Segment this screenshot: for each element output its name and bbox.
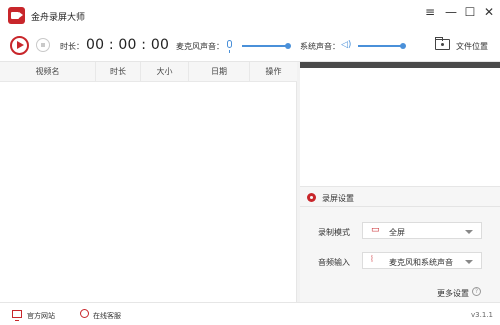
system-volume-slider[interactable] [358,43,406,49]
status-bar: 官方网站 在线客服 v3.1.1 [0,302,500,325]
speaker-icon[interactable]: ◁) [341,41,351,50]
audio-wave-icon: ⦚ [371,255,373,265]
app-title: 金舟录屏大师 [31,13,86,23]
system-volume-knob[interactable] [400,43,406,49]
preview-area [300,62,500,186]
record-mode-label: 录制模式 [318,228,350,237]
column-header-size[interactable]: 大小 [141,62,189,82]
toolbar: 时长： 00 : 00 : 00 麦克风声音： 系统声音： ◁) 文件位置 [0,30,500,62]
more-settings-link[interactable]: 更多设置 [437,288,469,299]
app-logo-icon [8,7,25,24]
gear-icon [307,193,316,202]
maximize-button[interactable]: ☐ [461,4,479,20]
version-label: v3.1.1 [471,311,493,319]
monitor-icon[interactable] [12,310,22,321]
duration-label: 时长： [60,42,84,51]
duration-timer: 00 : 00 : 00 [86,37,170,53]
settings-header: 录屏设置 [300,187,500,207]
audio-input-label: 音频输入 [318,258,350,267]
official-website-link[interactable]: 官方网站 [27,311,55,321]
column-header-date[interactable]: 日期 [189,62,250,82]
mic-volume-knob[interactable] [285,43,291,49]
microphone-icon[interactable] [227,40,232,53]
mic-volume-label: 麦克风声音： [176,42,224,51]
folder-icon[interactable] [435,37,450,50]
record-settings-panel: 录屏设置 录制模式 ▭ 全屏 音频输入 ⦚ 麦克风和系统声音 更多设置 ? [300,186,500,302]
chevron-down-icon [465,230,473,234]
help-icon[interactable]: ? [472,287,481,296]
audio-input-value: 麦克风和系统声音 [389,258,453,267]
system-volume-label: 系统声音： [300,42,340,51]
video-list-header: 视频名 时长 大小 日期 操作 [0,62,297,82]
record-mode-value: 全屏 [389,228,405,237]
column-header-duration[interactable]: 时长 [96,62,141,82]
file-location-button[interactable]: 文件位置 [456,41,488,52]
close-button[interactable]: ✕ [480,4,498,20]
menu-icon[interactable]: ≡ [421,4,439,20]
mic-volume-slider[interactable] [242,43,291,49]
online-service-link[interactable]: 在线客服 [93,311,121,321]
minimize-button[interactable]: — [442,4,460,20]
chevron-down-icon [465,260,473,264]
user-icon[interactable] [80,309,89,318]
settings-title: 录屏设置 [322,194,354,203]
title-bar: 金舟录屏大师 ≡ — ☐ ✕ [0,0,500,30]
column-header-actions[interactable]: 操作 [250,62,297,82]
column-header-name[interactable]: 视频名 [0,62,96,82]
stop-record-button[interactable] [36,38,50,52]
start-record-button[interactable] [10,36,29,55]
audio-input-select[interactable]: ⦚ 麦克风和系统声音 [362,252,482,269]
monitor-icon: ▭ [371,225,380,235]
record-mode-select[interactable]: ▭ 全屏 [362,222,482,239]
video-list: 视频名 时长 大小 日期 操作 [0,62,297,302]
